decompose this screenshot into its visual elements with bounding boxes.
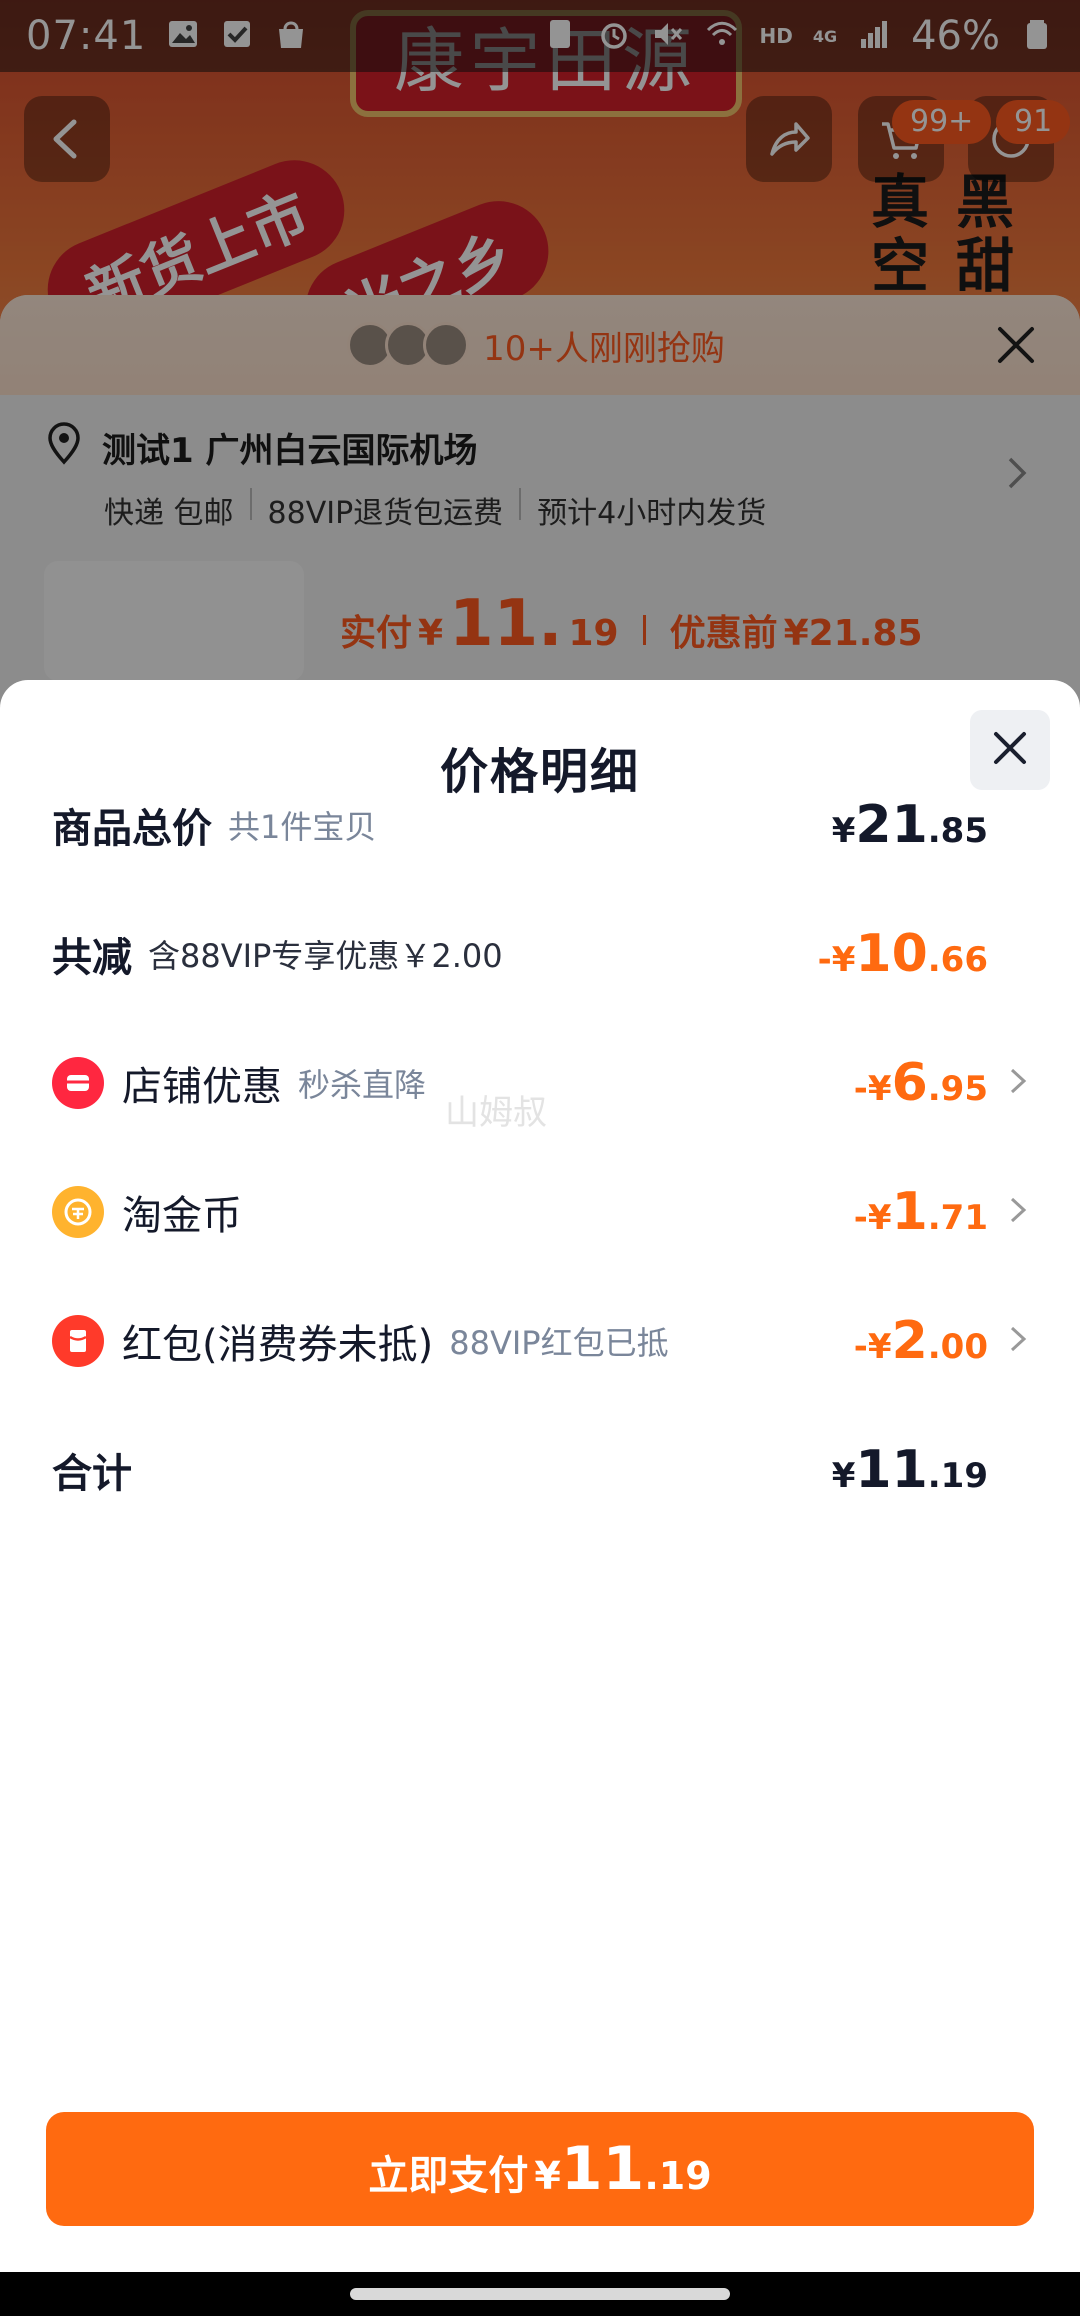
coin-icon [52, 1186, 104, 1238]
red-packet-icon [52, 1315, 104, 1367]
row-label: 淘金币 [122, 1193, 242, 1239]
row-sub: 共1件宝贝 [228, 808, 377, 846]
amount: - ¥ 10 .66 [818, 924, 988, 984]
amount-int: 1 [891, 1182, 928, 1242]
amount-int: 21 [855, 795, 928, 855]
row-label: 商品总价 [52, 806, 212, 852]
row-label: 红包(消费券未抵) [122, 1322, 434, 1368]
amount: - ¥ 2 .00 [854, 1311, 988, 1371]
amount-int: 11 [560, 2134, 645, 2204]
amount: - ¥ 6 .95 [854, 1053, 988, 1113]
total-discount-row: 共减 含88VIP专享优惠￥2.00 - ¥ 10 .66 [52, 909, 1028, 999]
store-icon [52, 1057, 104, 1109]
currency-symbol: ¥ [831, 1456, 856, 1496]
minus-sign: - [817, 940, 832, 980]
currency-symbol: ¥ [867, 1198, 892, 1238]
amount-dec: .95 [927, 1069, 988, 1109]
minus-sign: - [853, 1327, 868, 1367]
amount-int: 10 [855, 924, 928, 984]
close-button[interactable] [970, 710, 1050, 790]
pay-now-button[interactable]: 立即支付 ¥ 11 .19 [46, 2112, 1034, 2226]
amount-dec: .85 [927, 811, 988, 851]
amount-dec: .19 [927, 1456, 988, 1496]
price-detail-modal: 价格明细 商品总价 共1件宝贝 ¥ 21 .85 共减 含88VIP专享优惠￥2… [0, 680, 1080, 2272]
row-sub: 含88VIP专享优惠￥2.00 [148, 937, 503, 975]
watermark: 山姆叔 [445, 1093, 547, 1133]
home-indicator[interactable] [350, 2288, 730, 2300]
close-icon [990, 728, 1030, 772]
chevron-right-icon [1008, 1195, 1028, 1229]
grand-total-row: 合计 ¥ 11 .19 [52, 1425, 1028, 1515]
currency-symbol: ¥ [867, 1327, 892, 1367]
pay-button-label: 立即支付 [368, 2153, 529, 2199]
amount-dec: .66 [927, 940, 988, 980]
amount: ¥ 11 .19 [832, 1440, 988, 1500]
amount: - ¥ 1 .71 [854, 1182, 988, 1242]
row-sub: 88VIP红包已抵 [449, 1324, 669, 1362]
chevron-right-icon [1008, 1066, 1028, 1100]
amount-int: 6 [891, 1053, 928, 1113]
amount-dec: .19 [644, 2154, 712, 2198]
amount-int: 2 [891, 1311, 928, 1371]
red-packet-row[interactable]: 红包(消费券未抵) 88VIP红包已抵 - ¥ 2 .00 [52, 1296, 1028, 1386]
row-label: 共减 [52, 935, 132, 981]
taobao-coin-row[interactable]: 淘金币 - ¥ 1 .71 [52, 1167, 1028, 1257]
currency-symbol: ¥ [534, 2154, 561, 2198]
amount-dec: .00 [927, 1327, 988, 1367]
currency-symbol: ¥ [867, 1069, 892, 1109]
total-price-row: 商品总价 共1件宝贝 ¥ 21 .85 [52, 780, 1028, 870]
row-sub: 秒杀直降 [298, 1066, 427, 1104]
amount-dec: .71 [927, 1198, 988, 1238]
currency-symbol: ¥ [831, 811, 856, 851]
minus-sign: - [853, 1069, 868, 1109]
currency-symbol: ¥ [831, 940, 856, 980]
amount-int: 11 [855, 1440, 928, 1500]
chevron-right-icon [1008, 1324, 1028, 1358]
amount: ¥ 21 .85 [832, 795, 988, 855]
minus-sign: - [853, 1198, 868, 1238]
row-label: 合计 [52, 1451, 132, 1497]
navigation-bar [0, 2272, 1080, 2316]
row-label: 店铺优惠 [122, 1064, 282, 1110]
